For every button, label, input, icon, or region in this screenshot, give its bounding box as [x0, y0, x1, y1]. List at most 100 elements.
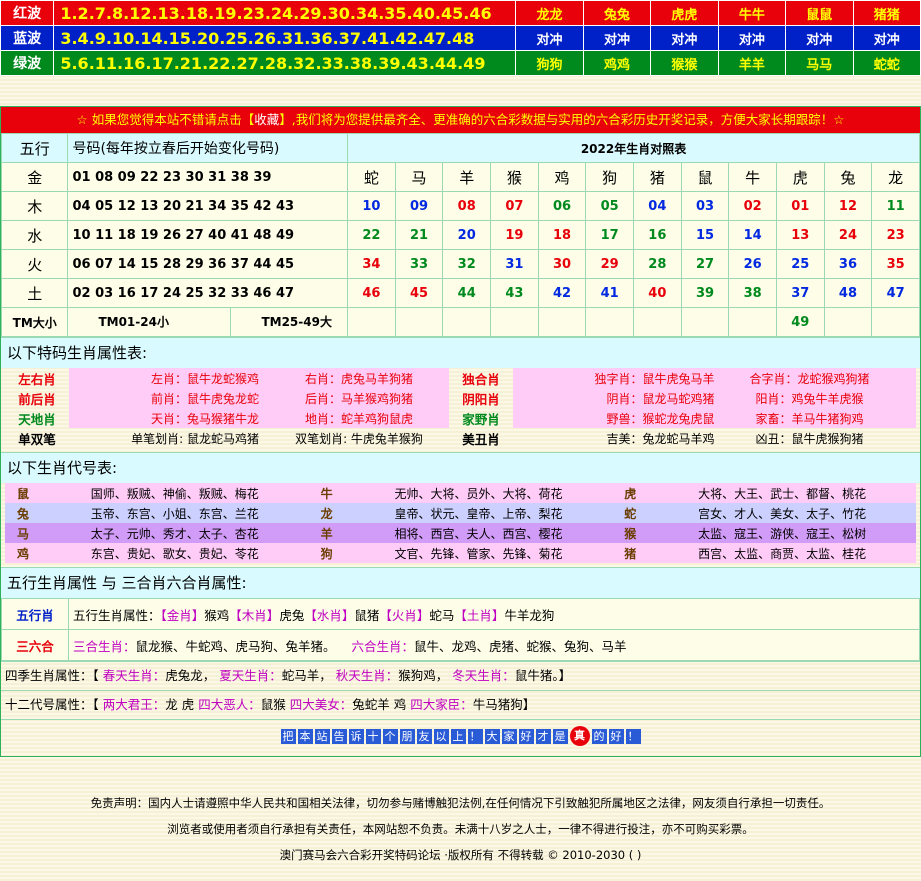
zodiac-column-header: 虎 [775, 162, 825, 192]
zodiac-number: 23 [871, 220, 920, 250]
wave-numbers: 5.6.11.16.17.21.22.27.28.32.33.38.39.43.… [53, 50, 517, 76]
attr-key: 前后肖 [18, 391, 56, 407]
nick-zodiac: 龙 [308, 503, 345, 523]
slogan-char: 本 [297, 728, 313, 744]
zodiac-number: 33 [394, 249, 444, 279]
haoma-header: 号码(每年按立春后开始变化号码) [67, 133, 349, 163]
attr-value-a: 独字肖：鼠牛虎兔马羊 [594, 371, 715, 386]
wx-value: 五行生肖属性：【金肖】猴鸡【木肖】虎兔【水肖】鼠猪【火肖】蛇马【土肖】牛羊龙狗 [68, 598, 920, 630]
zodiac-number: 18 [537, 220, 587, 250]
slogan-char: ！ [467, 728, 483, 744]
tm-big: TM25-49大 [261, 315, 332, 329]
tm-cell [680, 307, 730, 337]
wave-zodiac: 龙龙 [515, 0, 584, 26]
season-zodiacs: 猴狗鸡， [398, 668, 449, 683]
nick-zodiac: 猴 [612, 523, 649, 543]
zodiac-number: 38 [728, 278, 777, 308]
nick-value: 宫女、才人、美女、太子、竹花 [648, 503, 916, 523]
twelve-tag: 两大君王： [102, 697, 166, 712]
nick-zodiac: 蛇 [612, 503, 649, 523]
zodiac-number: 09 [394, 191, 444, 221]
zodiac-column-header: 马 [394, 162, 444, 192]
wave-zodiac: 兔兔 [582, 0, 652, 26]
wave-zodiac: 虎虎 [650, 0, 719, 26]
zodiac-number: 44 [442, 278, 492, 308]
zodiac-number: 11 [871, 191, 920, 221]
element-row: 水 10 11 18 19 26 27 40 41 48 49 22 21 20 19 18… [0, 220, 920, 250]
tm-cell [394, 307, 444, 337]
slogan-char: 好 [608, 728, 624, 744]
attr-value-b: 双笔划肖: 牛虎兔羊猴狗 [295, 431, 423, 446]
zodiac-column-header: 猪 [633, 162, 682, 192]
zodiac-number: 40 [633, 278, 682, 308]
wx-zodiacs: 鼠猪 [354, 607, 380, 623]
zodiac-number: 22 [347, 220, 396, 250]
tm-label: TM大小 [0, 307, 69, 337]
zodiac-number: 16 [633, 220, 682, 250]
slogan-char: 家 [501, 728, 517, 744]
season-tag: 夏天生肖： [219, 668, 282, 683]
liuhe-label: 六合生肖： [351, 638, 414, 654]
attr-section-title: 以下特码生肖属性表: [1, 337, 920, 368]
wx-key: 五行肖 [1, 598, 69, 630]
tm-cell [823, 307, 873, 337]
zodiac-column-header: 羊 [442, 162, 492, 192]
element-name: 火 [0, 249, 69, 279]
year-title: 2022年生肖对照表 [347, 133, 920, 163]
zodiac-column-header: 牛 [728, 162, 777, 192]
nick-row: 马太子、元帅、秀才、太子、杏花羊相将、西宫、夫人、西宫、樱花猴太监、寇王、游侠、… [5, 523, 916, 543]
tm-cell [537, 307, 587, 337]
wave-zodiac: 对冲 [785, 25, 854, 51]
nick-value: 相将、西宫、夫人、西宫、樱花 [344, 523, 613, 543]
attr-value: 左肖：鼠牛龙蛇猴鸡 右肖：虎兔马羊狗猪 [69, 368, 449, 388]
nick-zodiac: 鼠 [5, 483, 41, 503]
zodiac-number: 04 [633, 191, 682, 221]
wave-zodiac: 鼠鼠 [785, 0, 854, 26]
zodiac-number: 47 [871, 278, 920, 308]
slogan-char: 个 [382, 728, 398, 744]
zodiac-number: 31 [490, 249, 539, 279]
tm-small: TM01-24小 [68, 308, 232, 336]
nick-value: 国师、叛贼、神偷、叛贼、梅花 [40, 483, 309, 503]
zodiac-number: 13 [775, 220, 825, 250]
zodiac-number: 21 [394, 220, 444, 250]
sh-key: 三六合 [1, 629, 69, 661]
zodiac-grid: 五行 号码(每年按立春后开始变化号码) 2022年生肖对照表 金 01 08 09… [0, 133, 920, 337]
wave-row: 红波 1.2.7.8.12.13.18.19.23.24.29.30.34.35.… [0, 0, 921, 26]
favorite-link[interactable]: 收藏 [254, 112, 279, 127]
main-panel: ☆ 如果您觉得本站不错请点击【收藏】,我们将为您提供最齐全、更准确的六合彩数据与… [0, 106, 921, 757]
zodiac-column-header: 狗 [585, 162, 634, 192]
slogan-bar: 把本站告诉十个朋友以上！大家好才是真的好！ [1, 719, 920, 756]
wx-tag: 【土肖】 [454, 607, 505, 623]
attr-value-b: 阳肖：鸡兔牛羊虎猴 [755, 391, 864, 406]
notice-post: 】,我们将为您提供最齐全、更准确的六合彩数据与实用的六合彩历史开奖记录，方便大家… [279, 112, 845, 127]
nick-value: 西宫、太监、商贾、太监、桂花 [648, 543, 916, 563]
wx-zodiacs: 蛇马 [429, 607, 455, 623]
nick-zodiac: 狗 [308, 543, 345, 563]
wx-section-title: 五行生肖属性 与 三合肖六合肖属性: [1, 567, 920, 598]
nick-row: 兔玉帝、东宫、小姐、东宫、兰花龙皇帝、状元、皇帝、上帝、梨花蛇宫女、才人、美女、… [5, 503, 916, 523]
attr-value-b: 地肖：蛇羊鸡狗鼠虎 [304, 411, 413, 426]
nick-table: 鼠国师、叛贼、神偷、叛贼、梅花牛无帅、大将、员外、大将、荷花虎大将、大王、武士、… [5, 483, 916, 563]
zodiac-number: 25 [775, 249, 825, 279]
zodiac-number: 39 [680, 278, 730, 308]
attr-value-a: 阴肖：鼠龙马蛇鸡猪 [606, 391, 715, 406]
element-numbers: 02 03 16 17 24 25 32 33 46 47 [67, 278, 349, 308]
twelve-label: 十二代号属性：【 [5, 697, 99, 712]
zodiac-number: 26 [728, 249, 777, 279]
element-name: 金 [0, 162, 69, 192]
nick-zodiac: 兔 [5, 503, 41, 523]
twelve-zodiacs: 龙 虎 [165, 697, 195, 712]
zodiac-number: 41 [585, 278, 634, 308]
zodiac-number: 42 [537, 278, 587, 308]
zodiac-number: 46 [347, 278, 396, 308]
twelve-zodiacs: 牛马猪狗 [472, 697, 523, 712]
attr-value: 阴肖：鼠龙马蛇鸡猪 阳肖：鸡兔牛羊虎猴 [513, 388, 916, 408]
element-name: 水 [0, 220, 69, 250]
zodiac-number: 35 [871, 249, 920, 279]
attr-value-a: 左肖：鼠牛龙蛇猴鸡 [150, 371, 259, 386]
notice-pre: ☆ 如果您觉得本站不错请点击【 [76, 112, 255, 127]
slogan-char: 站 [314, 728, 330, 744]
attr-value-b: 合字肖：龙蛇猴鸡狗猪 [749, 371, 870, 386]
attr-value-b: 家畜：羊马牛猪狗鸡 [755, 411, 864, 426]
